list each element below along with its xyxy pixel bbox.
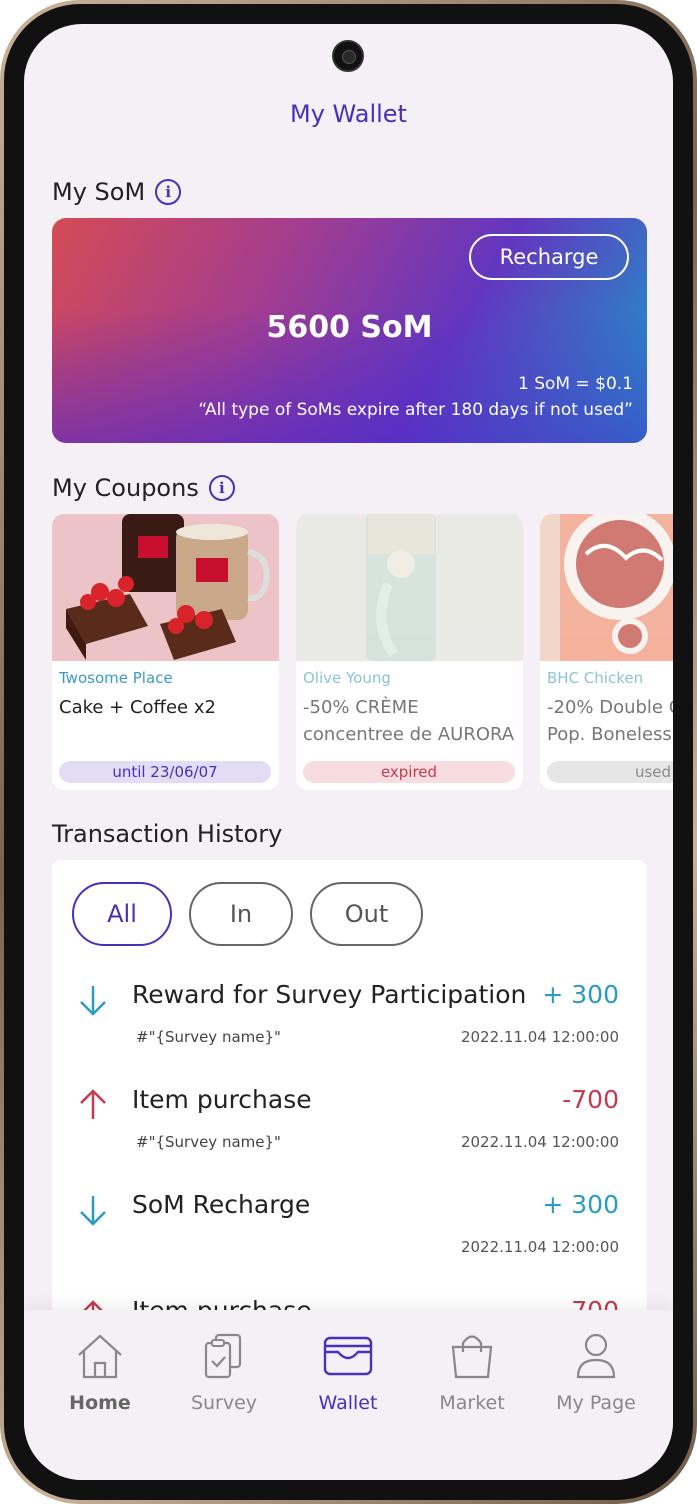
transactions-section-title: Transaction History — [52, 820, 283, 848]
tab-label: My Page — [556, 1392, 636, 1414]
app-screen: My Wallet My SoM i Recharge 5600 SoM 1 S… — [24, 24, 673, 1480]
coupon-image — [540, 514, 673, 661]
coupon-brand: Olive Young — [303, 669, 391, 687]
tab-label: Home — [69, 1392, 131, 1414]
coupon-status-badge: expired — [303, 761, 515, 783]
transaction-date: 2022.11.04 12:00:00 — [460, 1238, 619, 1256]
filter-in-button[interactable]: In — [189, 882, 293, 946]
home-icon — [78, 1334, 122, 1379]
arrow-down-icon — [80, 986, 106, 1016]
arrow-up-icon — [80, 1089, 106, 1119]
transaction-title: Item purchase — [132, 1085, 312, 1114]
coupon-status-badge: until 23/06/07 — [59, 761, 271, 783]
tab-my-page[interactable]: My Page — [541, 1330, 651, 1440]
shopping-bag-icon — [451, 1335, 493, 1379]
bottom-tab-bar: Home Survey Wallet Market My Page — [24, 1310, 673, 1480]
info-icon[interactable]: i — [208, 475, 235, 501]
coupon-status-badge: used — [547, 761, 673, 783]
tab-label: Wallet — [318, 1392, 378, 1414]
transactions-section-header: Transaction History — [52, 820, 282, 848]
filter-all-button[interactable]: All — [72, 882, 172, 946]
transaction-date: 2022.11.04 12:00:00 — [460, 1133, 619, 1151]
arrow-down-icon — [80, 1196, 106, 1226]
tab-home[interactable]: Home — [45, 1330, 155, 1440]
transaction-amount: + 300 — [542, 1190, 619, 1219]
transaction-amount: -700 — [562, 1085, 619, 1114]
tab-wallet[interactable]: Wallet — [293, 1330, 403, 1440]
coupon-card[interactable]: Twosome Place Cake + Coffee x2 until 23/… — [52, 514, 279, 790]
tab-label: Market — [439, 1392, 505, 1414]
wallet-icon — [323, 1336, 373, 1376]
transaction-title: SoM Recharge — [132, 1190, 311, 1219]
coupon-brand: Twosome Place — [59, 669, 173, 687]
tab-market[interactable]: Market — [417, 1330, 527, 1440]
tab-survey[interactable]: Survey — [169, 1330, 279, 1440]
coupon-name: -50% CRÈME concentree de AURORA — [303, 697, 515, 745]
coupon-card[interactable]: BHC Chicken -20% Double Chicken Pop. Bon… — [540, 514, 673, 790]
coupon-card[interactable]: Olive Young -50% CRÈME concentree de AUR… — [296, 514, 523, 790]
tab-label: Survey — [190, 1392, 258, 1414]
transaction-row[interactable]: Item purchase -700 #"{Survey name}" 2022… — [52, 1069, 647, 1165]
coupon-name: -20% Double Chicken Pop. Boneless — [547, 697, 673, 745]
som-rate: 1 SoM = $0.1 — [518, 374, 633, 394]
som-expiry-note: “All type of SoMs expire after 180 days … — [198, 400, 633, 420]
coupons-section-title: My Coupons — [52, 474, 199, 502]
coupon-image — [296, 514, 523, 661]
coupons-section-header: My Coupons i — [52, 474, 235, 502]
user-icon — [576, 1333, 616, 1379]
som-section-header: My SoM i — [52, 178, 182, 206]
transaction-row[interactable]: Reward for Survey Participation + 300 #"… — [52, 964, 647, 1060]
transaction-subtitle: #"{Survey name}" — [136, 1133, 281, 1151]
som-balance-card: Recharge 5600 SoM 1 SoM = $0.1 “All type… — [52, 218, 647, 443]
phone-frame: My Wallet My SoM i Recharge 5600 SoM 1 S… — [0, 0, 697, 1504]
som-balance: 5600 SoM — [266, 310, 433, 345]
transaction-amount: + 300 — [542, 980, 619, 1009]
transaction-row[interactable]: SoM Recharge + 300 2022.11.04 12:00:00 — [52, 1174, 647, 1270]
transaction-subtitle: #"{Survey name}" — [136, 1028, 281, 1046]
transaction-title: Reward for Survey Participation — [132, 980, 527, 1009]
info-icon[interactable]: i — [155, 179, 182, 205]
phone-bezel: My Wallet My SoM i Recharge 5600 SoM 1 S… — [4, 4, 693, 1500]
recharge-button[interactable]: Recharge — [469, 234, 629, 280]
coupon-brand: BHC Chicken — [547, 669, 644, 687]
transaction-panel: All In Out Reward for Survey Participati… — [52, 860, 647, 1380]
coupon-image — [52, 514, 279, 661]
coupon-carousel[interactable]: Twosome Place Cake + Coffee x2 until 23/… — [52, 514, 673, 790]
front-camera — [332, 40, 364, 72]
survey-icon — [204, 1333, 242, 1379]
som-section-title: My SoM — [52, 178, 146, 206]
page-title: My Wallet — [290, 100, 407, 128]
coupon-name: Cake + Coffee x2 — [59, 697, 216, 718]
transaction-date: 2022.11.04 12:00:00 — [460, 1028, 619, 1046]
filter-out-button[interactable]: Out — [310, 882, 423, 946]
